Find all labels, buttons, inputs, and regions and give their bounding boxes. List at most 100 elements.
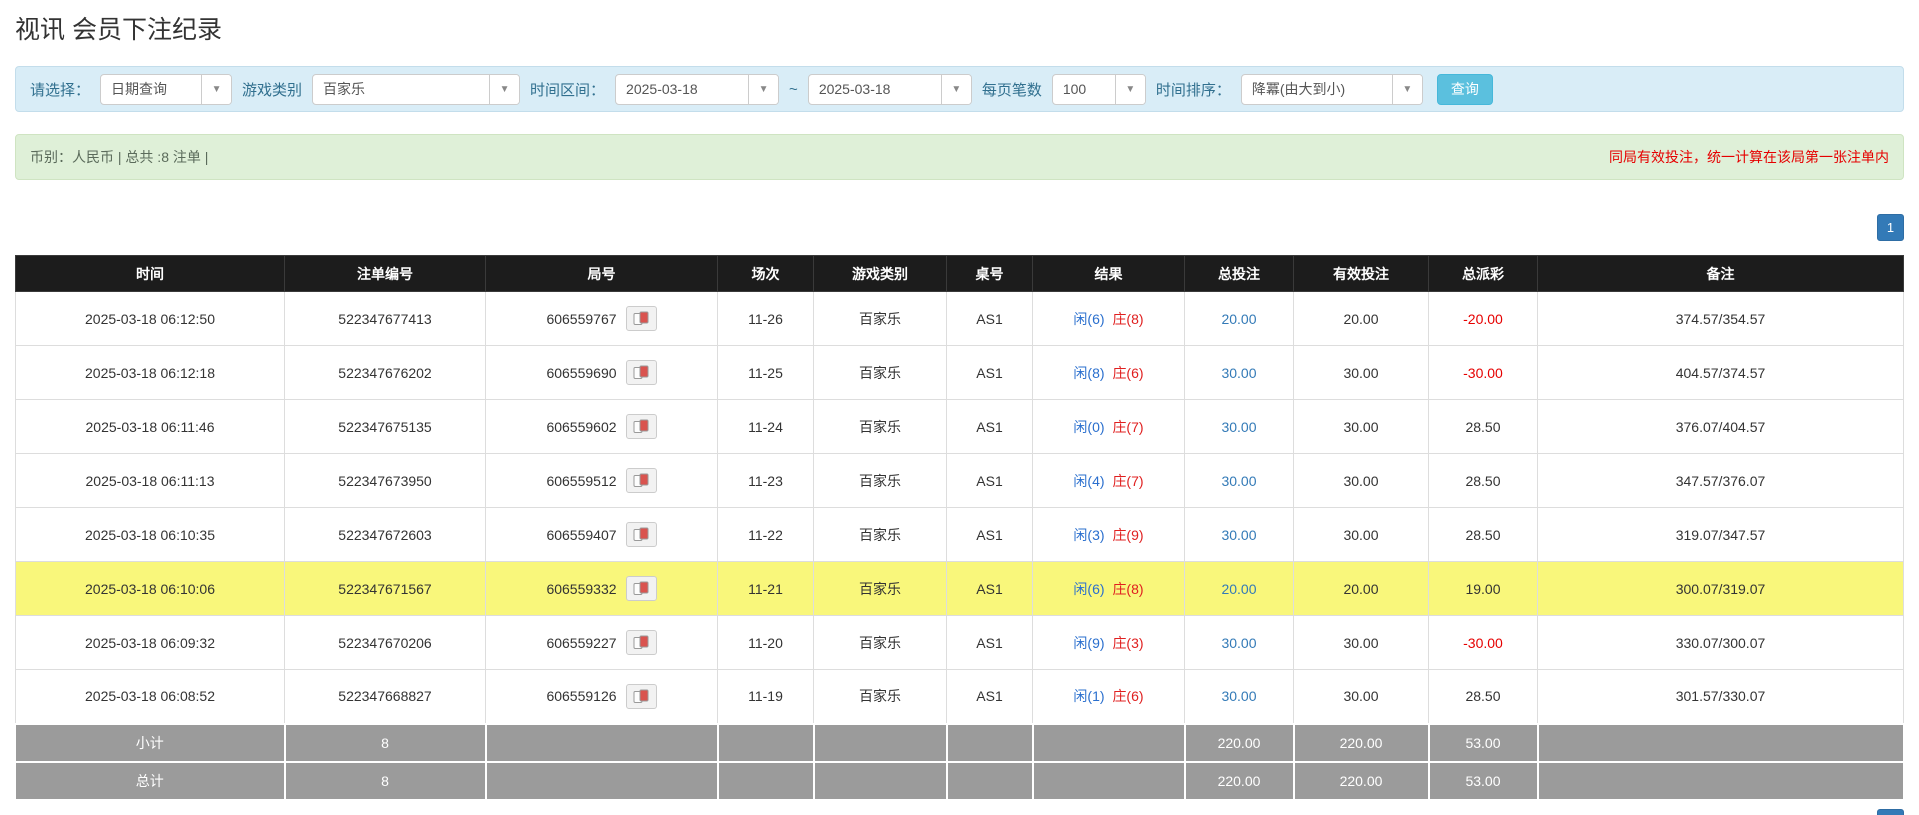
total-bet-link[interactable]: 30.00	[1221, 365, 1256, 381]
round-number: 606559332	[546, 580, 617, 597]
total-bet-link[interactable]: 30.00	[1221, 527, 1256, 543]
per-page-value[interactable]: 100	[1053, 75, 1115, 104]
sort-select[interactable]: 降冪(由大到小) ▼	[1240, 73, 1423, 105]
result-banker: 庄(8)	[1112, 310, 1144, 327]
cell-session: 11-21	[717, 561, 814, 616]
cell-total-bet: 30.00	[1184, 399, 1294, 454]
cell-note: 319.07/347.57	[1537, 507, 1904, 562]
result-player: 闲(9)	[1073, 634, 1105, 651]
date-to-input[interactable]: 2025-03-18 ▼	[807, 73, 972, 105]
total-payout: 53.00	[1427, 760, 1539, 801]
cell-round-no: 606559126	[485, 669, 718, 724]
table-body: 2025-03-18 06:12:50 522347677413 6065597…	[15, 291, 1904, 724]
total-bet-link[interactable]: 30.00	[1221, 688, 1256, 704]
cell-round-no: 606559407	[485, 507, 718, 562]
search-button[interactable]: 查询	[1436, 73, 1493, 105]
cards-icon	[633, 527, 649, 541]
cell-table-no: AS1	[946, 345, 1033, 400]
cell-note: 376.07/404.57	[1537, 399, 1904, 454]
cell-result: 闲(4) 庄(7)	[1032, 453, 1185, 508]
cell-table-no: AS1	[946, 507, 1033, 562]
query-type-select[interactable]: 日期查询 ▼	[100, 73, 233, 105]
time-range-label: 时间区间：	[530, 81, 606, 99]
cell-valid-bet: 20.00	[1293, 561, 1429, 616]
chevron-down-icon[interactable]: ▼	[489, 74, 520, 104]
total-bet-link[interactable]: 30.00	[1221, 635, 1256, 651]
round-detail-button[interactable]	[625, 414, 657, 439]
header-bet-no: 注单编号	[284, 255, 486, 292]
per-page-select[interactable]: 100 ▼	[1051, 73, 1146, 105]
cell-round-no: 606559690	[485, 345, 718, 400]
game-type-select[interactable]: 百家乐 ▼	[312, 73, 521, 105]
cell-total-bet: 30.00	[1184, 669, 1294, 724]
result-player: 闲(6)	[1073, 310, 1105, 327]
cards-icon	[633, 419, 649, 433]
chevron-down-icon[interactable]: ▼	[1391, 74, 1422, 104]
cards-icon	[633, 365, 649, 379]
result-banker: 庄(7)	[1112, 418, 1144, 435]
game-type-value[interactable]: 百家乐	[313, 75, 489, 104]
range-separator: ~	[789, 80, 798, 98]
chevron-down-icon[interactable]: ▼	[201, 74, 232, 104]
chevron-down-icon[interactable]: ▼	[1114, 74, 1145, 104]
result-banker: 庄(3)	[1112, 634, 1144, 651]
total-bet-link[interactable]: 30.00	[1221, 473, 1256, 489]
table-row: 2025-03-18 06:10:06 522347671567 6065593…	[15, 561, 1904, 616]
cell-total-bet: 30.00	[1184, 615, 1294, 670]
query-type-value[interactable]: 日期查询	[101, 75, 201, 104]
round-number: 606559602	[546, 418, 617, 435]
round-number: 606559690	[546, 364, 617, 381]
cell-round-no: 606559512	[485, 453, 718, 508]
round-detail-button[interactable]	[625, 576, 657, 601]
subtotal-count: 8	[283, 722, 487, 763]
cell-total-bet: 30.00	[1184, 507, 1294, 562]
round-detail-button[interactable]	[625, 360, 657, 385]
page-number-button[interactable]: 1	[1877, 214, 1904, 241]
round-detail-button[interactable]	[625, 630, 657, 655]
table-row: 2025-03-18 06:11:46 522347675135 6065596…	[15, 399, 1904, 454]
cell-valid-bet: 30.00	[1293, 669, 1429, 724]
result-player: 闲(4)	[1073, 472, 1105, 489]
total-bet-link[interactable]: 20.00	[1221, 581, 1256, 597]
cell-payout: 19.00	[1428, 561, 1538, 616]
cell-time: 2025-03-18 06:11:46	[15, 399, 285, 454]
sort-value[interactable]: 降冪(由大到小)	[1242, 75, 1392, 104]
header-round-no: 局号	[485, 255, 718, 292]
cell-payout: 28.50	[1428, 507, 1538, 562]
cell-session: 11-20	[717, 615, 814, 670]
table-row: 2025-03-18 06:10:35 522347672603 6065594…	[15, 507, 1904, 562]
cell-valid-bet: 30.00	[1293, 453, 1429, 508]
cell-valid-bet: 30.00	[1293, 507, 1429, 562]
cell-result: 闲(6) 庄(8)	[1032, 561, 1185, 616]
round-detail-button[interactable]	[625, 683, 657, 709]
header-payout: 总派彩	[1428, 255, 1538, 292]
table-row: 2025-03-18 06:12:50 522347677413 6065597…	[15, 291, 1904, 346]
round-detail-button[interactable]	[625, 306, 657, 331]
cell-result: 闲(0) 庄(7)	[1032, 399, 1185, 454]
chevron-down-icon[interactable]: ▼	[748, 74, 779, 104]
round-detail-button[interactable]	[625, 468, 657, 493]
cell-game-type: 百家乐	[813, 507, 947, 562]
cell-payout: -30.00	[1428, 345, 1538, 400]
date-from-value[interactable]: 2025-03-18	[616, 75, 748, 104]
date-from-input[interactable]: 2025-03-18 ▼	[615, 73, 780, 105]
page-number-button[interactable]: 1	[1877, 808, 1904, 815]
cell-game-type: 百家乐	[813, 453, 947, 508]
cell-result: 闲(3) 庄(9)	[1032, 507, 1185, 562]
cell-payout: -20.00	[1428, 291, 1538, 346]
round-number: 606559512	[546, 472, 617, 489]
round-number: 606559126	[546, 688, 617, 705]
game-type-label: 游戏类别	[242, 81, 303, 99]
cell-round-no: 606559332	[485, 561, 718, 616]
cell-table-no: AS1	[946, 561, 1033, 616]
date-to-value[interactable]: 2025-03-18	[809, 75, 941, 104]
total-bet-link[interactable]: 20.00	[1221, 311, 1256, 327]
round-detail-button[interactable]	[625, 522, 657, 547]
cell-session: 11-26	[717, 291, 814, 346]
cell-time: 2025-03-18 06:10:35	[15, 507, 285, 562]
chevron-down-icon[interactable]: ▼	[940, 74, 971, 104]
total-bet-link[interactable]: 30.00	[1221, 419, 1256, 435]
cell-session: 11-25	[717, 345, 814, 400]
cell-table-no: AS1	[946, 291, 1033, 346]
cell-note: 347.57/376.07	[1537, 453, 1904, 508]
